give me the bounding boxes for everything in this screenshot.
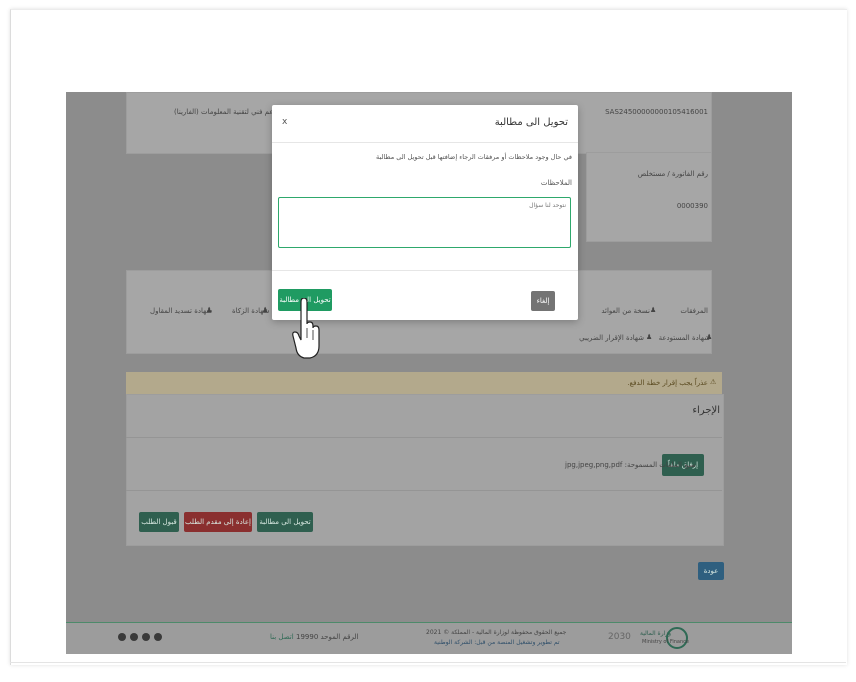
social-icon[interactable]: [154, 633, 162, 641]
attachments-label: المرفقات: [680, 307, 708, 315]
ministry-name: وزارة المالية: [640, 630, 672, 637]
divider: [272, 270, 578, 271]
divider: [126, 437, 722, 438]
allowed-files-text: صيغ الملفات المسموحة: jpg,jpeg,png,pdf: [565, 461, 696, 469]
hand-pointer-icon: [292, 298, 320, 359]
copyright-subtext: تم تطوير وتشغيل المنصة من قبل: الشركة ال…: [434, 639, 560, 646]
contact-link[interactable]: اتصل بنا: [270, 633, 294, 641]
notes-label: الملاحظات: [540, 179, 572, 187]
social-icons: [118, 633, 162, 641]
warning-text: عذراً يجب إقرار خطة الدفع.: [627, 379, 708, 387]
close-icon[interactable]: x: [282, 117, 287, 127]
accept-request-button[interactable]: قبول الطلب: [139, 512, 179, 532]
reference-number: SAS24500000000105416001: [605, 108, 708, 116]
ministry-name-en: Ministry of Finance: [642, 639, 689, 645]
user-icon: ♟: [706, 333, 713, 341]
company-name: ت دعم فني لتقنية المعلومات (الفارينا): [174, 108, 286, 116]
site-footer: الرقم الموحد 19990 اتصل بنا جميع الحقوق …: [66, 622, 792, 654]
divider: [10, 662, 846, 663]
return-to-requester-button[interactable]: إعادة إلى مقدم الطلب: [184, 512, 252, 532]
invoice-value: 0000390: [676, 202, 708, 210]
social-icon[interactable]: [130, 633, 138, 641]
attachment-link[interactable]: شهادة الإقرار الضريبي: [579, 334, 644, 342]
warning-icon: ⚠: [710, 378, 717, 386]
copyright-text: جميع الحقوق محفوظة لوزارة المالية - المم…: [426, 629, 567, 636]
attachment-link[interactable]: نسخة من العوائد: [601, 307, 650, 315]
divider: [126, 490, 722, 491]
unified-number: الرقم الموحد 19990: [296, 633, 359, 641]
social-icon[interactable]: [118, 633, 126, 641]
modal-instruction: في حال وجود ملاحظات أو مرفقات الرجاء إضا…: [376, 153, 572, 161]
user-icon: ♟: [262, 306, 269, 314]
vision-2030-logo: 2030: [608, 632, 631, 642]
social-icon[interactable]: [142, 633, 150, 641]
notes-textarea[interactable]: [278, 197, 571, 248]
user-icon: ♟: [646, 333, 653, 341]
convert-to-claim-button[interactable]: تحويل الى مطالبة: [257, 512, 313, 532]
modal-cancel-button[interactable]: إلغاء: [531, 291, 555, 311]
invoice-label: رقم الفاتورة / مستخلص: [637, 170, 708, 178]
user-icon: ♟: [206, 306, 213, 314]
procedure-heading: الإجراء: [692, 405, 720, 416]
modal-title: تحويل الى مطالبة: [494, 117, 568, 128]
attachment-link[interactable]: شهادة تسديد المقاول: [150, 307, 212, 315]
attachment-link[interactable]: شهادة المستودعة: [659, 334, 710, 342]
invoice-card: [586, 152, 712, 242]
divider: [272, 142, 578, 143]
user-icon: ♟: [650, 306, 657, 314]
convert-to-claim-modal: x تحويل الى مطالبة في حال وجود ملاحظات أ…: [272, 105, 578, 320]
back-button[interactable]: عودة: [698, 562, 724, 580]
